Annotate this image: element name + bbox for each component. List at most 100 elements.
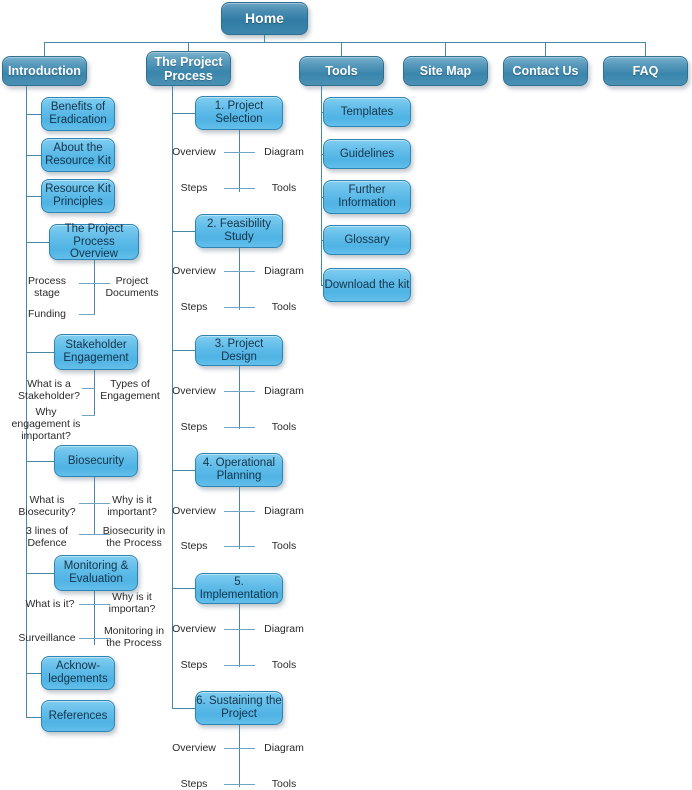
connector-stub-process-overview xyxy=(26,242,50,243)
node-monitoring-and-evaluation[interactable]: Monitoring & Evaluation xyxy=(54,555,138,591)
leaf-what-is-it-label: What is it? xyxy=(25,598,75,610)
node-tools[interactable]: Tools xyxy=(299,56,384,86)
node-acknowledgements[interactable]: Acknow-ledgements xyxy=(41,656,115,690)
node-guidelines[interactable]: Guidelines xyxy=(323,139,411,169)
node-project-process[interactable]: The Project Process xyxy=(146,51,231,86)
leaf-op-diagram[interactable]: Diagram xyxy=(256,505,312,517)
leaf-ps-overview[interactable]: Overview xyxy=(166,146,222,158)
node-templates[interactable]: Templates xyxy=(323,97,411,127)
leaf-im-overview[interactable]: Overview xyxy=(166,623,222,635)
leaf-im-steps[interactable]: Steps xyxy=(166,659,222,671)
leaf-3-lines-of-defence[interactable]: 3 lines of Defence xyxy=(16,525,78,549)
connector-stub-project-design xyxy=(172,350,196,351)
node-home-label: Home xyxy=(245,9,284,26)
leaf-ps-tools[interactable]: Tools xyxy=(256,182,312,194)
connector-drop-contact-us xyxy=(545,42,546,56)
node-site-map-label: Site Map xyxy=(419,64,472,78)
leaf-process-stage[interactable]: Process stage xyxy=(18,275,76,299)
leaf-pd-steps[interactable]: Steps xyxy=(166,421,222,433)
connector-tick-operational-1 xyxy=(224,511,255,512)
node-stakeholder-engagement[interactable]: Stakeholder Engagement xyxy=(54,334,138,370)
leaf-su-overview[interactable]: Overview xyxy=(166,742,222,754)
leaf-3-lines-of-defence-label: 3 lines of Defence xyxy=(25,525,69,550)
leaf-surveillance-label: Surveillance xyxy=(18,632,76,644)
connector-stub-benefits xyxy=(26,114,42,115)
leaf-op-tools[interactable]: Tools xyxy=(256,540,312,552)
leaf-ps-tools-label: Tools xyxy=(271,182,297,194)
node-resource-kit-principles[interactable]: Resource Kit Principles xyxy=(41,179,115,213)
node-5-implementation[interactable]: 5. Implementation xyxy=(195,573,283,604)
leaf-fs-steps[interactable]: Steps xyxy=(166,301,222,313)
leaf-biosecurity-in-the-process-label: Biosecurity in the Process xyxy=(102,525,166,550)
leaf-ps-steps[interactable]: Steps xyxy=(166,182,222,194)
leaf-pd-tools[interactable]: Tools xyxy=(256,421,312,433)
node-1-project-selection[interactable]: 1. Project Selection xyxy=(195,96,283,130)
node-3-project-design-label: 3. Project Design xyxy=(214,337,264,363)
node-download-the-kit[interactable]: Download the kit xyxy=(323,268,411,302)
leaf-monitoring-in-the-process[interactable]: Monitoring in the Process xyxy=(99,625,169,649)
connector-stem-implementation xyxy=(239,604,240,667)
leaf-why-is-it-important[interactable]: Why is it important? xyxy=(101,494,163,518)
node-4-operational-planning[interactable]: 4. Operational Planning xyxy=(195,453,283,487)
leaf-im-tools[interactable]: Tools xyxy=(256,659,312,671)
leaf-pd-overview[interactable]: Overview xyxy=(166,385,222,397)
node-2-feasibility-study[interactable]: 2. Feasibility Study xyxy=(195,214,283,248)
leaf-su-diagram[interactable]: Diagram xyxy=(256,742,312,754)
connector-tick-feasibility-2 xyxy=(224,307,255,308)
leaf-project-documents[interactable]: Project Documents xyxy=(97,275,167,299)
node-benefits-of-eradication[interactable]: Benefits of Eradication xyxy=(41,97,115,131)
node-3-project-design[interactable]: 3. Project Design xyxy=(195,335,283,366)
leaf-im-diagram[interactable]: Diagram xyxy=(256,623,312,635)
leaf-su-steps[interactable]: Steps xyxy=(166,778,222,790)
node-further-information[interactable]: Further Information xyxy=(323,180,411,214)
leaf-fs-tools[interactable]: Tools xyxy=(256,301,312,313)
node-home[interactable]: Home xyxy=(221,2,308,35)
connector-stub-stakeholder xyxy=(26,352,55,353)
connector-stem-stakeholder xyxy=(94,370,95,416)
leaf-what-is-biosecurity[interactable]: What is Biosecurity? xyxy=(16,494,78,518)
node-project-process-overview-label: The Project Process Overview xyxy=(64,222,124,261)
leaf-ps-overview-label: Overview xyxy=(172,146,216,158)
leaf-funding[interactable]: Funding xyxy=(18,308,76,320)
leaf-op-overview[interactable]: Overview xyxy=(166,505,222,517)
leaf-fs-diagram[interactable]: Diagram xyxy=(256,265,312,277)
leaf-fs-overview[interactable]: Overview xyxy=(166,265,222,277)
node-project-process-label: The Project Process xyxy=(154,54,223,83)
connector-stem-feasibility-study xyxy=(239,248,240,310)
leaf-why-is-it-importan[interactable]: Why is it importan? xyxy=(101,591,163,615)
leaf-why-engagement-is-important[interactable]: Why engagement is important? xyxy=(8,406,84,442)
leaf-surveillance[interactable]: Surveillance xyxy=(16,632,78,644)
node-references[interactable]: References xyxy=(41,700,115,732)
node-biosecurity[interactable]: Biosecurity xyxy=(54,445,138,477)
leaf-op-steps[interactable]: Steps xyxy=(166,540,222,552)
node-contact-us[interactable]: Contact Us xyxy=(503,56,588,86)
node-about-the-resource-kit[interactable]: About the Resource Kit xyxy=(41,138,115,172)
node-introduction-label: Introduction xyxy=(8,64,81,78)
node-monitoring-and-evaluation-label: Monitoring & Evaluation xyxy=(63,560,129,585)
leaf-what-is-a-stakeholder[interactable]: What is a Stakeholder? xyxy=(16,378,82,402)
leaf-biosecurity-in-the-process[interactable]: Biosecurity in the Process xyxy=(99,525,169,549)
node-faq[interactable]: FAQ xyxy=(603,56,688,86)
connector-drop-tools xyxy=(341,42,342,56)
leaf-why-engagement-is-important-label: Why engagement is important? xyxy=(11,406,81,443)
node-further-information-label: Further Information xyxy=(338,184,396,209)
node-1-project-selection-label: 1. Project Selection xyxy=(214,100,264,125)
node-6-sustaining-the-project[interactable]: 6. Sustaining the Project xyxy=(195,691,283,725)
node-introduction[interactable]: Introduction xyxy=(2,56,87,86)
leaf-why-is-it-importan-label: Why is it importan? xyxy=(108,591,156,616)
connector-tick-project-design-1 xyxy=(224,391,255,392)
leaf-op-tools-label: Tools xyxy=(271,540,297,552)
leaf-su-tools[interactable]: Tools xyxy=(256,778,312,790)
connector-drop-site-map xyxy=(445,42,446,56)
leaf-im-steps-label: Steps xyxy=(180,659,208,671)
sitemap-diagram: Home Introduction The Project Process To… xyxy=(0,0,692,790)
leaf-su-steps-label: Steps xyxy=(180,778,208,790)
leaf-pd-diagram[interactable]: Diagram xyxy=(256,385,312,397)
node-glossary[interactable]: Glossary xyxy=(323,225,411,255)
leaf-ps-diagram[interactable]: Diagram xyxy=(256,146,312,158)
node-site-map[interactable]: Site Map xyxy=(403,56,488,86)
connector-stem-process-overview xyxy=(94,260,95,315)
node-project-process-overview[interactable]: The Project Process Overview xyxy=(49,222,139,261)
leaf-types-of-engagement[interactable]: Types of Engagement xyxy=(97,378,163,402)
leaf-what-is-it[interactable]: What is it? xyxy=(22,598,78,610)
